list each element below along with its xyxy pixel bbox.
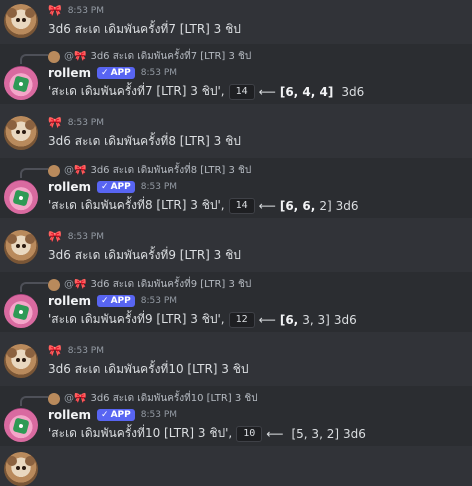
mini-avatar	[48, 50, 60, 63]
roll-result: 'สะเด เดิมพันครั้งที่7 [LTR] 3 ชิป', 14 ⟵[…	[48, 83, 365, 100]
at-icon: @🎀	[64, 165, 87, 176]
timestamp: 8:53 PM	[140, 410, 178, 420]
timestamp: 8:53 PM	[140, 296, 178, 306]
bot-avatar[interactable]	[4, 294, 38, 328]
app-badge: ✓ APP	[97, 295, 135, 307]
message-bot: @🎀 3d6 สะเด เดิมพันครั้งที่10 [LTR] 3 ชิป…	[0, 386, 472, 446]
timestamp: 8:53 PM	[67, 231, 104, 242]
message-text: 3d6 สะเด เดิมพันครั้งที่10 [LTR] 3 ชิป	[48, 362, 249, 376]
reply-preview[interactable]: @🎀 3d6 สะเด เดิมพันครั้งที่10 [LTR] 3 ชิป	[48, 391, 258, 406]
roll-result: 'สะเด เดิมพันครั้งที่8 [LTR] 3 ชิป', 14 ⟵[…	[48, 197, 359, 214]
app-badge: ✓ APP	[97, 409, 135, 421]
check-icon: ✓	[101, 182, 109, 192]
reply-spine	[20, 396, 48, 406]
bot-avatar[interactable]	[4, 180, 38, 214]
user-avatar[interactable]	[4, 4, 38, 38]
reply-text: 3d6 สะเด เดิมพันครั้งที่9 [LTR] 3 ชิป	[90, 279, 252, 290]
timestamp: 8:53 PM	[67, 5, 104, 16]
roll-total: 14	[228, 197, 255, 214]
timestamp: 8:53 PM	[140, 68, 178, 78]
message-text: 3d6 สะเด เดิมพันครั้งที่9 [LTR] 3 ชิป	[48, 248, 241, 262]
reply-spine	[20, 168, 48, 178]
roll-result: 'สะเด เดิมพันครั้งที่10 [LTR] 3 ชิป', 10 ⟵…	[48, 425, 366, 442]
bow-icon: 🎀	[48, 4, 62, 17]
mini-avatar	[48, 278, 60, 291]
reply-text: 3d6 สะเด เดิมพันครั้งที่10 [LTR] 3 ชิป	[90, 393, 258, 404]
bot-name[interactable]: rollem	[48, 294, 91, 308]
app-badge: ✓ APP	[97, 181, 135, 193]
mini-avatar	[48, 392, 60, 405]
message-user: 🎀 8:53 PM 3d6 สะเด เดิมพันครั้งที่10 [LTR…	[0, 338, 472, 384]
bot-name[interactable]: rollem	[48, 66, 91, 80]
reply-spine	[20, 54, 48, 64]
check-icon: ✓	[101, 68, 109, 78]
roll-total: 10	[236, 425, 263, 442]
message-user: 🎀 8:53 PM 3d6 สะเด เดิมพันครั้งที่7 [LTR]…	[0, 0, 472, 44]
roll-total: 14	[228, 83, 255, 100]
reply-preview[interactable]: @🎀 3d6 สะเด เดิมพันครั้งที่9 [LTR] 3 ชิป	[48, 277, 251, 292]
timestamp: 8:53 PM	[67, 345, 104, 356]
bot-avatar[interactable]	[4, 66, 38, 100]
message-bot: @🎀 3d6 สะเด เดิมพันครั้งที่7 [LTR] 3 ชิป …	[0, 44, 472, 104]
bot-avatar[interactable]	[4, 408, 38, 442]
check-icon: ✓	[101, 410, 109, 420]
roll-result: 'สะเด เดิมพันครั้งที่9 [LTR] 3 ชิป', 12 ⟵[…	[48, 311, 357, 328]
message-user: 🎀 8:53 PM 3d6 สะเด เดิมพันครั้งที่8 [LTR]…	[0, 110, 472, 156]
message-bot: @🎀 3d6 สะเด เดิมพันครั้งที่9 [LTR] 3 ชิป …	[0, 272, 472, 332]
reply-text: 3d6 สะเด เดิมพันครั้งที่7 [LTR] 3 ชิป	[90, 51, 252, 62]
bow-icon: 🎀	[48, 230, 62, 243]
message-user: 🎀 8:53 PM 3d6 สะเด เดิมพันครั้งที่9 [LTR]…	[0, 224, 472, 270]
message-text: 3d6 สะเด เดิมพันครั้งที่7 [LTR] 3 ชิป	[48, 22, 241, 36]
roll-total: 12	[228, 311, 255, 328]
bot-name[interactable]: rollem	[48, 408, 91, 422]
bow-icon: 🎀	[48, 344, 62, 357]
user-avatar[interactable]	[4, 344, 38, 378]
reply-text: 3d6 สะเด เดิมพันครั้งที่8 [LTR] 3 ชิป	[90, 165, 252, 176]
app-badge: ✓ APP	[97, 67, 135, 79]
bow-icon: 🎀	[48, 116, 62, 129]
user-avatar[interactable]	[4, 116, 38, 150]
timestamp: 8:53 PM	[140, 182, 178, 192]
at-icon: @🎀	[64, 51, 87, 62]
user-avatar-partial[interactable]	[4, 452, 38, 486]
mini-avatar	[48, 164, 60, 177]
message-bot: @🎀 3d6 สะเด เดิมพันครั้งที่8 [LTR] 3 ชิป …	[0, 158, 472, 218]
timestamp: 8:53 PM	[67, 117, 104, 128]
check-icon: ✓	[101, 296, 109, 306]
at-icon: @🎀	[64, 279, 87, 290]
bot-name[interactable]: rollem	[48, 180, 91, 194]
message-text: 3d6 สะเด เดิมพันครั้งที่8 [LTR] 3 ชิป	[48, 134, 241, 148]
at-icon: @🎀	[64, 393, 87, 404]
reply-preview[interactable]: @🎀 3d6 สะเด เดิมพันครั้งที่7 [LTR] 3 ชิป	[48, 49, 251, 64]
user-avatar[interactable]	[4, 230, 38, 264]
reply-preview[interactable]: @🎀 3d6 สะเด เดิมพันครั้งที่8 [LTR] 3 ชิป	[48, 163, 251, 178]
reply-spine	[20, 282, 48, 292]
